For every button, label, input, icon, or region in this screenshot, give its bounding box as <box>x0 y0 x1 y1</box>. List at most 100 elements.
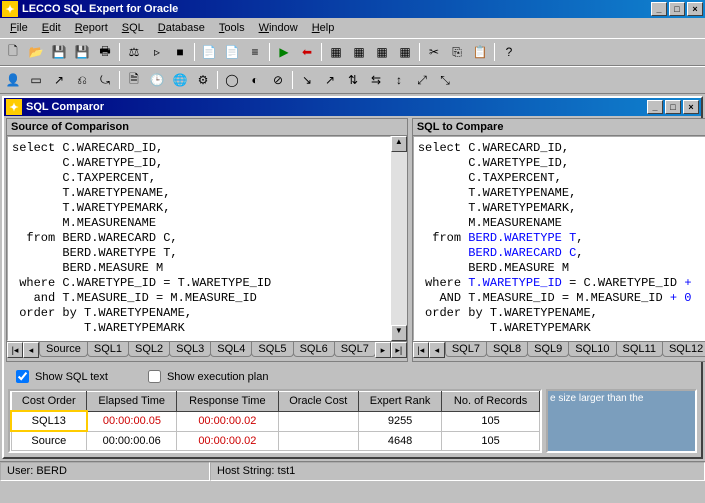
tool2-b12-icon[interactable]: ↘ <box>296 69 318 91</box>
compare-panel-head: SQL to Compare <box>413 119 705 136</box>
col-records[interactable]: No. of Records <box>442 392 540 412</box>
tool-doc1-icon[interactable]: 📄 <box>198 41 220 63</box>
tool-save-icon[interactable]: 💾 <box>48 41 70 63</box>
tool2-b13-icon[interactable]: ↗ <box>319 69 341 91</box>
maximize-button[interactable]: □ <box>669 2 685 16</box>
tool-execute-icon[interactable]: ▹ <box>146 41 168 63</box>
table-row[interactable]: Source 00:00:00.06 00:00:00.02 4648 105 <box>11 431 540 451</box>
tool2-clock-icon[interactable]: 🕒 <box>146 69 168 91</box>
status-user: User: BERD <box>0 462 210 481</box>
tab-nav-prev[interactable]: ◂ <box>429 342 445 358</box>
menu-file[interactable]: File <box>4 20 34 36</box>
tool2-b10-icon[interactable]: ◐ <box>244 69 266 91</box>
status-host: Host String: tst1 <box>210 462 705 481</box>
tab-sql10[interactable]: SQL10 <box>568 342 616 357</box>
minimize-button[interactable]: _ <box>651 2 667 16</box>
scroll-down-icon[interactable]: ▼ <box>391 325 407 341</box>
tool2-b14-icon[interactable]: ⇅ <box>342 69 364 91</box>
tool2-b3-icon[interactable]: ⎌ <box>71 69 93 91</box>
tab-sql3[interactable]: SQL3 <box>169 342 211 357</box>
tool-open-icon[interactable]: 📂 <box>25 41 47 63</box>
col-elapsed[interactable]: Elapsed Time <box>87 392 177 412</box>
tab-sql5[interactable]: SQL5 <box>251 342 293 357</box>
tab-sql6[interactable]: SQL6 <box>293 342 335 357</box>
tool2-user-icon[interactable]: 👤 <box>2 69 24 91</box>
tab-sql11[interactable]: SQL11 <box>616 342 663 357</box>
col-oracle-cost[interactable]: Oracle Cost <box>278 392 358 412</box>
tab-sql8[interactable]: SQL8 <box>486 342 528 357</box>
compare-panel-title: SQL to Compare <box>417 121 504 133</box>
comparor-icon: ✦ <box>6 99 22 115</box>
tab-nav-next[interactable]: ▸ <box>375 342 391 358</box>
tab-sql4[interactable]: SQL4 <box>210 342 252 357</box>
tool-grid1-icon[interactable]: ▦ <box>325 41 347 63</box>
source-scrollbar[interactable]: ▲ ▼ <box>391 136 407 341</box>
tab-sql1[interactable]: SQL1 <box>87 342 129 357</box>
table-row[interactable]: SQL13 00:00:00.05 00:00:00.02 9255 105 <box>11 411 540 431</box>
tool-paste-icon[interactable]: 📋 <box>469 41 491 63</box>
tool2-b9-icon[interactable]: ◯ <box>221 69 243 91</box>
tab-sql2[interactable]: SQL2 <box>128 342 170 357</box>
tool-print-icon[interactable]: 🖶 <box>94 41 116 63</box>
compare-sql[interactable]: select C.WARECARD_ID, C.WARETYPE_ID, C.T… <box>413 136 705 341</box>
source-tabs: |◂ ◂ Source SQL1 SQL2 SQL3 SQL4 SQL5 SQL… <box>7 341 407 361</box>
tool-copy-icon[interactable]: ⎘ <box>446 41 468 63</box>
tool-grid4-icon[interactable]: ▦ <box>394 41 416 63</box>
tool-list-icon[interactable]: ≡ <box>244 41 266 63</box>
show-sql-checkbox[interactable]: Show SQL text <box>16 370 108 383</box>
tool2-b16-icon[interactable]: ↕ <box>388 69 410 91</box>
source-panel-head: Source of Comparison <box>7 119 407 136</box>
comparor-window: ✦ SQL Comparor _ □ × Source of Compariso… <box>2 96 703 459</box>
tab-source[interactable]: Source <box>39 341 88 357</box>
menu-edit[interactable]: Edit <box>36 20 67 36</box>
tool2-b5-icon[interactable]: 🗎 <box>123 69 145 91</box>
tab-nav-prev[interactable]: ◂ <box>23 342 39 358</box>
tool2-world-icon[interactable]: 🌐 <box>169 69 191 91</box>
tab-nav-first[interactable]: |◂ <box>413 342 429 358</box>
tool-grid2-icon[interactable]: ▦ <box>348 41 370 63</box>
tool-help-icon[interactable]: ? <box>498 41 520 63</box>
menu-database[interactable]: Database <box>152 20 211 36</box>
comparor-title: SQL Comparor <box>26 101 647 113</box>
tool2-b15-icon[interactable]: ⇆ <box>365 69 387 91</box>
tool2-b11-icon[interactable]: ⊘ <box>267 69 289 91</box>
menu-help[interactable]: Help <box>306 20 341 36</box>
col-response[interactable]: Response Time <box>177 392 278 412</box>
menu-sql[interactable]: SQL <box>116 20 150 36</box>
menu-tools[interactable]: Tools <box>213 20 251 36</box>
col-cost-order[interactable]: Cost Order <box>11 392 87 412</box>
tool-exit-icon[interactable]: ⬅ <box>296 41 318 63</box>
tool-grid3-icon[interactable]: ▦ <box>371 41 393 63</box>
tool-run-icon[interactable]: ▶ <box>273 41 295 63</box>
tool-stop-icon[interactable]: ■ <box>169 41 191 63</box>
menu-window[interactable]: Window <box>253 20 304 36</box>
tab-sql9[interactable]: SQL9 <box>527 342 569 357</box>
scroll-up-icon[interactable]: ▲ <box>391 136 407 152</box>
comparor-max-button[interactable]: □ <box>665 100 681 114</box>
tool2-b8-icon[interactable]: ⚙ <box>192 69 214 91</box>
tab-nav-last[interactable]: ▸| <box>391 342 407 358</box>
comparor-close-button[interactable]: × <box>683 100 699 114</box>
tab-sql7[interactable]: SQL7 <box>334 342 376 357</box>
tool2-b1-icon[interactable]: ▭ <box>25 69 47 91</box>
tab-sql12[interactable]: SQL12 <box>662 342 705 357</box>
comparor-min-button[interactable]: _ <box>647 100 663 114</box>
close-button[interactable]: × <box>687 2 703 16</box>
tool-saveas-icon[interactable]: 💾 <box>71 41 93 63</box>
results-grid[interactable]: Cost Order Elapsed Time Response Time Or… <box>8 389 542 453</box>
show-plan-checkbox[interactable]: Show execution plan <box>148 370 269 383</box>
tool-new-icon[interactable]: 🗋 <box>2 41 24 63</box>
col-expert-rank[interactable]: Expert Rank <box>358 392 441 412</box>
tab-nav-first[interactable]: |◂ <box>7 342 23 358</box>
tool-doc2-icon[interactable]: 📄 <box>221 41 243 63</box>
compare-tabs: |◂ ◂ SQL7 SQL8 SQL9 SQL10 SQL11 SQL12 SQ… <box>413 341 705 361</box>
tool2-b4-icon[interactable]: ⤿ <box>94 69 116 91</box>
tool-compare-icon[interactable]: ⚖ <box>123 41 145 63</box>
tool-cut-icon[interactable]: ✂ <box>423 41 445 63</box>
menu-report[interactable]: Report <box>69 20 114 36</box>
tab-sql7b[interactable]: SQL7 <box>445 342 487 357</box>
source-sql[interactable]: select C.WARECARD_ID, C.WARETYPE_ID, C.T… <box>7 136 391 341</box>
tool2-b17-icon[interactable]: ⤢ <box>411 69 433 91</box>
tool2-b18-icon[interactable]: ⤡ <box>434 69 456 91</box>
tool2-b2-icon[interactable]: ↗ <box>48 69 70 91</box>
